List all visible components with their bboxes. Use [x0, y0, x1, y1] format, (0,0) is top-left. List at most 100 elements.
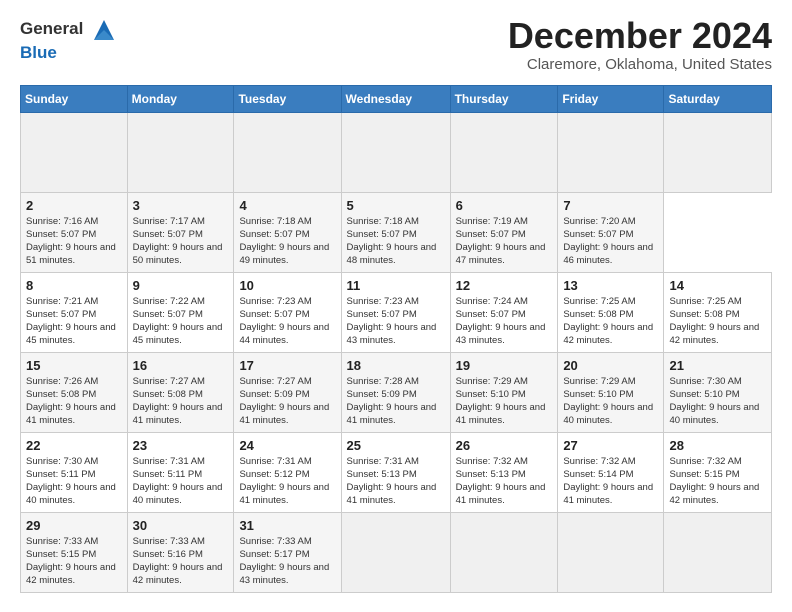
daylight-label: Daylight: 9 hours and 42 minutes. [26, 562, 116, 586]
daylight-label: Daylight: 9 hours and 41 minutes. [26, 402, 116, 426]
daylight-label: Daylight: 9 hours and 41 minutes. [133, 402, 223, 426]
daylight-label: Daylight: 9 hours and 40 minutes. [563, 402, 653, 426]
daylight-label: Daylight: 9 hours and 41 minutes. [239, 402, 329, 426]
calendar-cell [341, 112, 450, 192]
sunset-label: Sunset: 5:07 PM [347, 309, 417, 320]
daylight-label: Daylight: 9 hours and 48 minutes. [347, 242, 437, 266]
calendar-cell: 26Sunrise: 7:32 AMSunset: 5:13 PMDayligh… [450, 432, 558, 512]
daylight-label: Daylight: 9 hours and 44 minutes. [239, 322, 329, 346]
sunrise-label: Sunrise: 7:32 AM [669, 456, 741, 467]
calendar-cell: 25Sunrise: 7:31 AMSunset: 5:13 PMDayligh… [341, 432, 450, 512]
daylight-label: Daylight: 9 hours and 42 minutes. [669, 322, 759, 346]
calendar-cell: 12Sunrise: 7:24 AMSunset: 5:07 PMDayligh… [450, 272, 558, 352]
calendar-cell: 13Sunrise: 7:25 AMSunset: 5:08 PMDayligh… [558, 272, 664, 352]
sunset-label: Sunset: 5:07 PM [347, 229, 417, 240]
day-number: 6 [456, 197, 553, 215]
daylight-label: Daylight: 9 hours and 42 minutes. [133, 562, 223, 586]
daylight-label: Daylight: 9 hours and 41 minutes. [347, 402, 437, 426]
page-subtitle: Claremore, Oklahoma, United States [508, 56, 772, 73]
sunrise-label: Sunrise: 7:17 AM [133, 216, 205, 227]
sunrise-label: Sunrise: 7:32 AM [563, 456, 635, 467]
sunrise-label: Sunrise: 7:25 AM [563, 296, 635, 307]
sunset-label: Sunset: 5:07 PM [133, 229, 203, 240]
calendar-cell: 23Sunrise: 7:31 AMSunset: 5:11 PMDayligh… [127, 432, 234, 512]
sunrise-label: Sunrise: 7:33 AM [239, 536, 311, 547]
calendar-cell: 7Sunrise: 7:20 AMSunset: 5:07 PMDaylight… [558, 192, 664, 272]
day-number: 20 [563, 357, 658, 375]
sunrise-label: Sunrise: 7:29 AM [563, 376, 635, 387]
daylight-label: Daylight: 9 hours and 50 minutes. [133, 242, 223, 266]
calendar-cell: 18Sunrise: 7:28 AMSunset: 5:09 PMDayligh… [341, 352, 450, 432]
day-number: 28 [669, 437, 766, 455]
sunrise-label: Sunrise: 7:24 AM [456, 296, 528, 307]
day-number: 5 [347, 197, 445, 215]
calendar-cell [450, 512, 558, 592]
day-number: 29 [26, 517, 122, 535]
sunrise-label: Sunrise: 7:33 AM [26, 536, 98, 547]
col-thursday: Thursday [450, 85, 558, 112]
sunrise-label: Sunrise: 7:23 AM [347, 296, 419, 307]
daylight-label: Daylight: 9 hours and 41 minutes. [347, 482, 437, 506]
sunrise-label: Sunrise: 7:21 AM [26, 296, 98, 307]
day-number: 31 [239, 517, 335, 535]
sunset-label: Sunset: 5:12 PM [239, 469, 309, 480]
day-number: 23 [133, 437, 229, 455]
sunrise-label: Sunrise: 7:27 AM [239, 376, 311, 387]
day-number: 30 [133, 517, 229, 535]
day-number: 9 [133, 277, 229, 295]
sunrise-label: Sunrise: 7:18 AM [239, 216, 311, 227]
sunset-label: Sunset: 5:07 PM [456, 309, 526, 320]
day-number: 7 [563, 197, 658, 215]
header: General Blue December 2024 Claremore, Ok… [20, 16, 772, 73]
daylight-label: Daylight: 9 hours and 41 minutes. [239, 482, 329, 506]
calendar-cell [558, 512, 664, 592]
sunset-label: Sunset: 5:13 PM [456, 469, 526, 480]
sunset-label: Sunset: 5:08 PM [563, 309, 633, 320]
logo-icon [90, 16, 118, 44]
calendar-cell: 15Sunrise: 7:26 AMSunset: 5:08 PMDayligh… [21, 352, 128, 432]
sunset-label: Sunset: 5:15 PM [26, 549, 96, 560]
day-number: 3 [133, 197, 229, 215]
sunrise-label: Sunrise: 7:25 AM [669, 296, 741, 307]
calendar-cell: 30Sunrise: 7:33 AMSunset: 5:16 PMDayligh… [127, 512, 234, 592]
day-number: 12 [456, 277, 553, 295]
day-number: 10 [239, 277, 335, 295]
day-number: 15 [26, 357, 122, 375]
calendar-cell: 31Sunrise: 7:33 AMSunset: 5:17 PMDayligh… [234, 512, 341, 592]
logo-row: General Blue [20, 16, 118, 63]
day-number: 14 [669, 277, 766, 295]
sunset-label: Sunset: 5:11 PM [133, 469, 203, 480]
calendar-week-4: 22Sunrise: 7:30 AMSunset: 5:11 PMDayligh… [21, 432, 772, 512]
calendar-table: Sunday Monday Tuesday Wednesday Thursday… [20, 85, 772, 593]
day-number: 2 [26, 197, 122, 215]
daylight-label: Daylight: 9 hours and 41 minutes. [456, 482, 546, 506]
sunset-label: Sunset: 5:14 PM [563, 469, 633, 480]
calendar-week-0 [21, 112, 772, 192]
day-number: 25 [347, 437, 445, 455]
sunset-label: Sunset: 5:15 PM [669, 469, 739, 480]
sunset-label: Sunset: 5:07 PM [456, 229, 526, 240]
calendar-cell: 24Sunrise: 7:31 AMSunset: 5:12 PMDayligh… [234, 432, 341, 512]
day-number: 26 [456, 437, 553, 455]
sunrise-label: Sunrise: 7:22 AM [133, 296, 205, 307]
sunset-label: Sunset: 5:07 PM [26, 229, 96, 240]
daylight-label: Daylight: 9 hours and 45 minutes. [26, 322, 116, 346]
sunrise-label: Sunrise: 7:31 AM [239, 456, 311, 467]
sunset-label: Sunset: 5:08 PM [669, 309, 739, 320]
sunrise-label: Sunrise: 7:23 AM [239, 296, 311, 307]
sunrise-label: Sunrise: 7:31 AM [347, 456, 419, 467]
sunrise-label: Sunrise: 7:18 AM [347, 216, 419, 227]
sunset-label: Sunset: 5:07 PM [239, 309, 309, 320]
calendar-cell: 28Sunrise: 7:32 AMSunset: 5:15 PMDayligh… [664, 432, 772, 512]
calendar-cell [664, 112, 772, 192]
logo: General Blue [20, 16, 118, 63]
daylight-label: Daylight: 9 hours and 51 minutes. [26, 242, 116, 266]
col-monday: Monday [127, 85, 234, 112]
sunset-label: Sunset: 5:17 PM [239, 549, 309, 560]
sunrise-label: Sunrise: 7:31 AM [133, 456, 205, 467]
calendar-cell: 3Sunrise: 7:17 AM Sunset: 5:07 PM Daylight… [127, 192, 234, 272]
day-number: 21 [669, 357, 766, 375]
sunrise-label: Sunrise: 7:27 AM [133, 376, 205, 387]
sunset-label: Sunset: 5:16 PM [133, 549, 203, 560]
col-wednesday: Wednesday [341, 85, 450, 112]
